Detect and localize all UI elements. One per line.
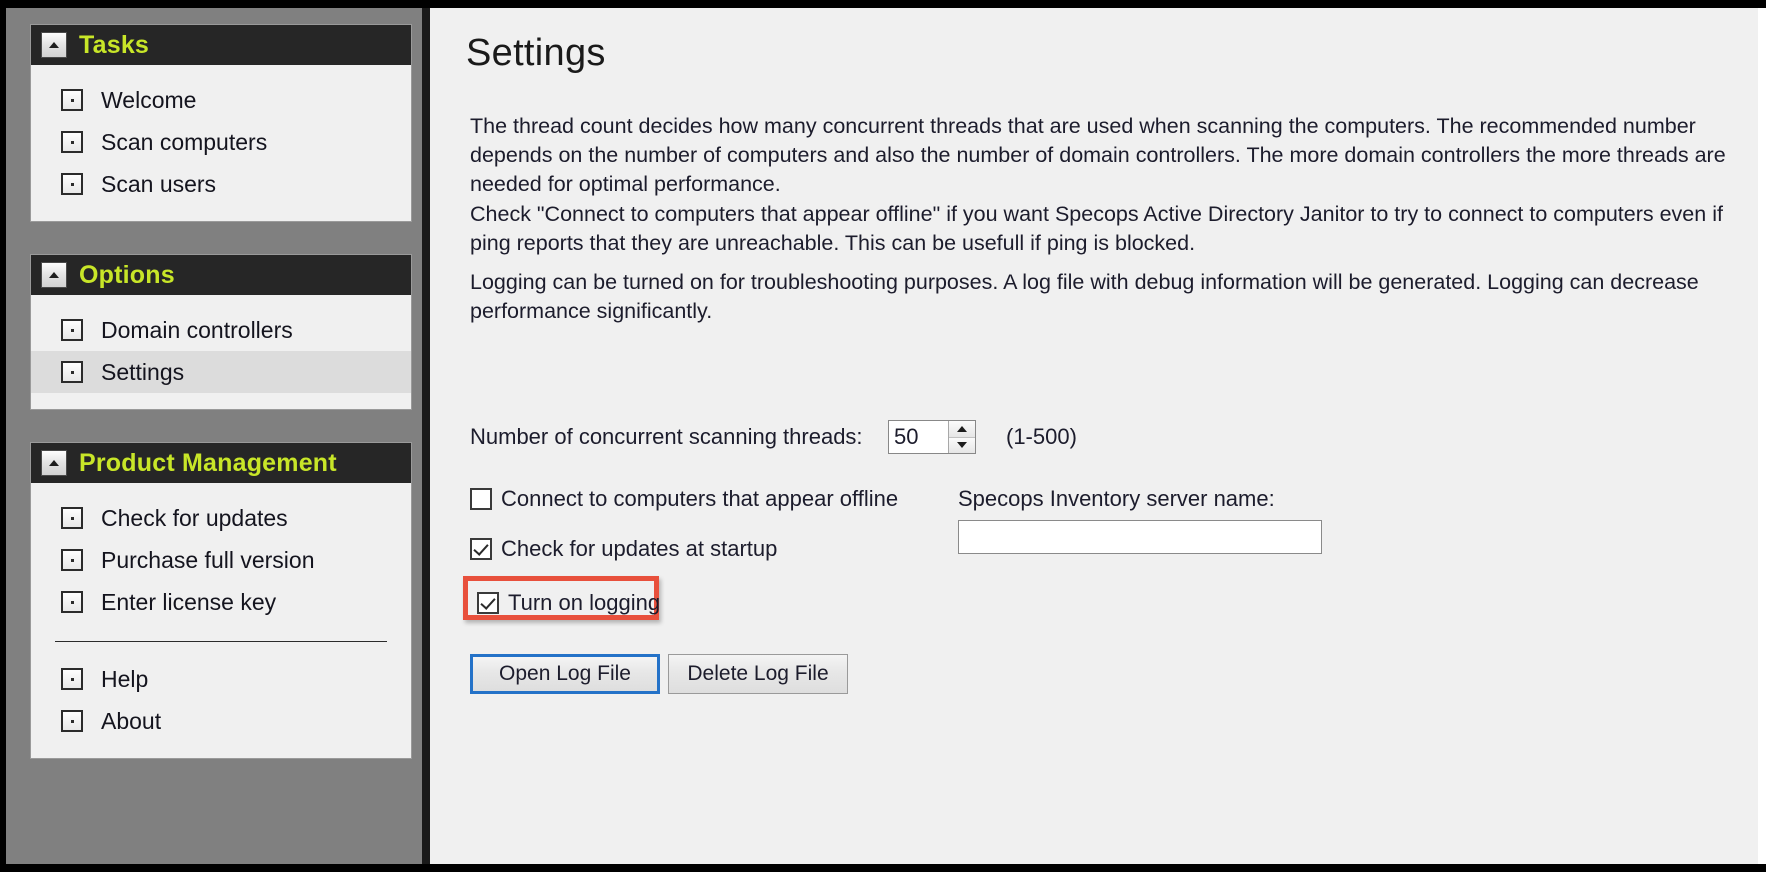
sidebar-group-tasks: Tasks Welcome Scan computers Scan users xyxy=(30,24,412,222)
checkbox-icon[interactable] xyxy=(470,488,492,510)
checkbox-check-updates-startup[interactable]: Check for updates at startup xyxy=(470,536,777,562)
bullet-square-icon xyxy=(61,591,83,613)
description-paragraph-3: Logging can be turned on for troubleshoo… xyxy=(470,270,1699,323)
sidebar-item-label: Check for updates xyxy=(101,504,288,531)
sidebar-item-welcome[interactable]: Welcome xyxy=(31,79,411,121)
thread-count-stepper[interactable]: 50 xyxy=(888,420,976,454)
sidebar-item-label: Scan computers xyxy=(101,128,268,155)
main-content: Settings The thread count decides how ma… xyxy=(430,8,1758,864)
inventory-server-input[interactable] xyxy=(958,520,1322,554)
chevron-up-icon[interactable] xyxy=(41,450,67,476)
open-log-file-button[interactable]: Open Log File xyxy=(470,654,660,694)
bullet-square-icon xyxy=(61,361,83,383)
window-bottom-border xyxy=(0,864,1766,872)
checkbox-turn-on-logging[interactable]: Turn on logging xyxy=(477,590,660,616)
bullet-square-icon xyxy=(61,668,83,690)
sidebar-item-label: Enter license key xyxy=(101,588,277,615)
sidebar-group-header-tasks[interactable]: Tasks xyxy=(31,25,411,65)
thread-count-row: Number of concurrent scanning threads: 5… xyxy=(470,420,1077,454)
sidebar-item-label: Scan users xyxy=(101,170,217,197)
thread-count-label: Number of concurrent scanning threads: xyxy=(470,424,863,449)
sidebar-group-title: Product Management xyxy=(79,448,337,477)
sidebar-content-divider xyxy=(422,8,430,864)
triangle-down-icon[interactable] xyxy=(949,437,975,453)
chevron-up-icon[interactable] xyxy=(41,32,67,58)
chevron-up-icon[interactable] xyxy=(41,262,67,288)
checkbox-label: Connect to computers that appear offline xyxy=(501,486,899,511)
bullet-square-icon xyxy=(61,710,83,732)
sidebar-group-header-product-management[interactable]: Product Management xyxy=(31,443,411,483)
sidebar-item-label: Settings xyxy=(101,358,185,385)
checkbox-label: Turn on logging xyxy=(508,590,661,615)
description-paragraph-2: Check "Connect to computers that appear … xyxy=(470,202,1723,255)
sidebar-item-label: Welcome xyxy=(101,86,197,113)
sidebar-group-title: Options xyxy=(79,260,175,289)
sidebar-item-enter-license-key[interactable]: Enter license key xyxy=(31,581,411,623)
bullet-square-icon xyxy=(61,319,83,341)
checkbox-label: Check for updates at startup xyxy=(501,536,778,561)
logging-highlight-box: Turn on logging xyxy=(463,576,660,620)
sidebar-item-about[interactable]: About xyxy=(31,700,411,742)
checkbox-connect-offline[interactable]: Connect to computers that appear offline xyxy=(470,486,898,512)
thread-count-value[interactable]: 50 xyxy=(889,421,948,453)
triangle-up-icon[interactable] xyxy=(949,421,975,438)
sidebar-separator xyxy=(55,641,387,642)
sidebar-group-options: Options Domain controllers Settings xyxy=(30,254,412,410)
sidebar-item-label: Domain controllers xyxy=(101,316,293,343)
description-paragraph-1: The thread count decides how many concur… xyxy=(470,114,1726,196)
thread-count-range-hint: (1-500) xyxy=(1006,424,1077,449)
checkbox-icon[interactable] xyxy=(470,538,492,560)
sidebar-item-scan-computers[interactable]: Scan computers xyxy=(31,121,411,163)
sidebar-group-body-product-management: Check for updates Purchase full version … xyxy=(31,483,411,758)
sidebar-group-body-tasks: Welcome Scan computers Scan users xyxy=(31,65,411,221)
sidebar-item-label: Purchase full version xyxy=(101,546,315,573)
sidebar: Tasks Welcome Scan computers Scan users xyxy=(6,8,422,864)
window-top-border xyxy=(0,0,1766,8)
sidebar-item-check-for-updates[interactable]: Check for updates xyxy=(31,497,411,539)
bullet-square-icon xyxy=(61,549,83,571)
sidebar-group-body-options: Domain controllers Settings xyxy=(31,295,411,409)
checkbox-icon[interactable] xyxy=(477,592,499,614)
sidebar-item-settings[interactable]: Settings xyxy=(31,351,411,393)
bullet-square-icon xyxy=(61,131,83,153)
sidebar-group-product-management: Product Management Check for updates Pur… xyxy=(30,442,412,759)
bullet-square-icon xyxy=(61,173,83,195)
app-window: Tasks Welcome Scan computers Scan users xyxy=(0,0,1766,872)
sidebar-group-title: Tasks xyxy=(79,30,150,59)
sidebar-item-label: Help xyxy=(101,665,149,692)
sidebar-item-scan-users[interactable]: Scan users xyxy=(31,163,411,205)
bullet-square-icon xyxy=(61,507,83,529)
sidebar-group-header-options[interactable]: Options xyxy=(31,255,411,295)
page-title: Settings xyxy=(466,32,606,74)
stepper-buttons xyxy=(948,421,975,453)
bullet-square-icon xyxy=(61,89,83,111)
sidebar-item-domain-controllers[interactable]: Domain controllers xyxy=(31,309,411,351)
sidebar-item-purchase-full-version[interactable]: Purchase full version xyxy=(31,539,411,581)
sidebar-item-help[interactable]: Help xyxy=(31,658,411,700)
inventory-server-label: Specops Inventory server name: xyxy=(958,486,1275,511)
sidebar-item-label: About xyxy=(101,707,162,734)
delete-log-file-button[interactable]: Delete Log File xyxy=(668,654,848,694)
